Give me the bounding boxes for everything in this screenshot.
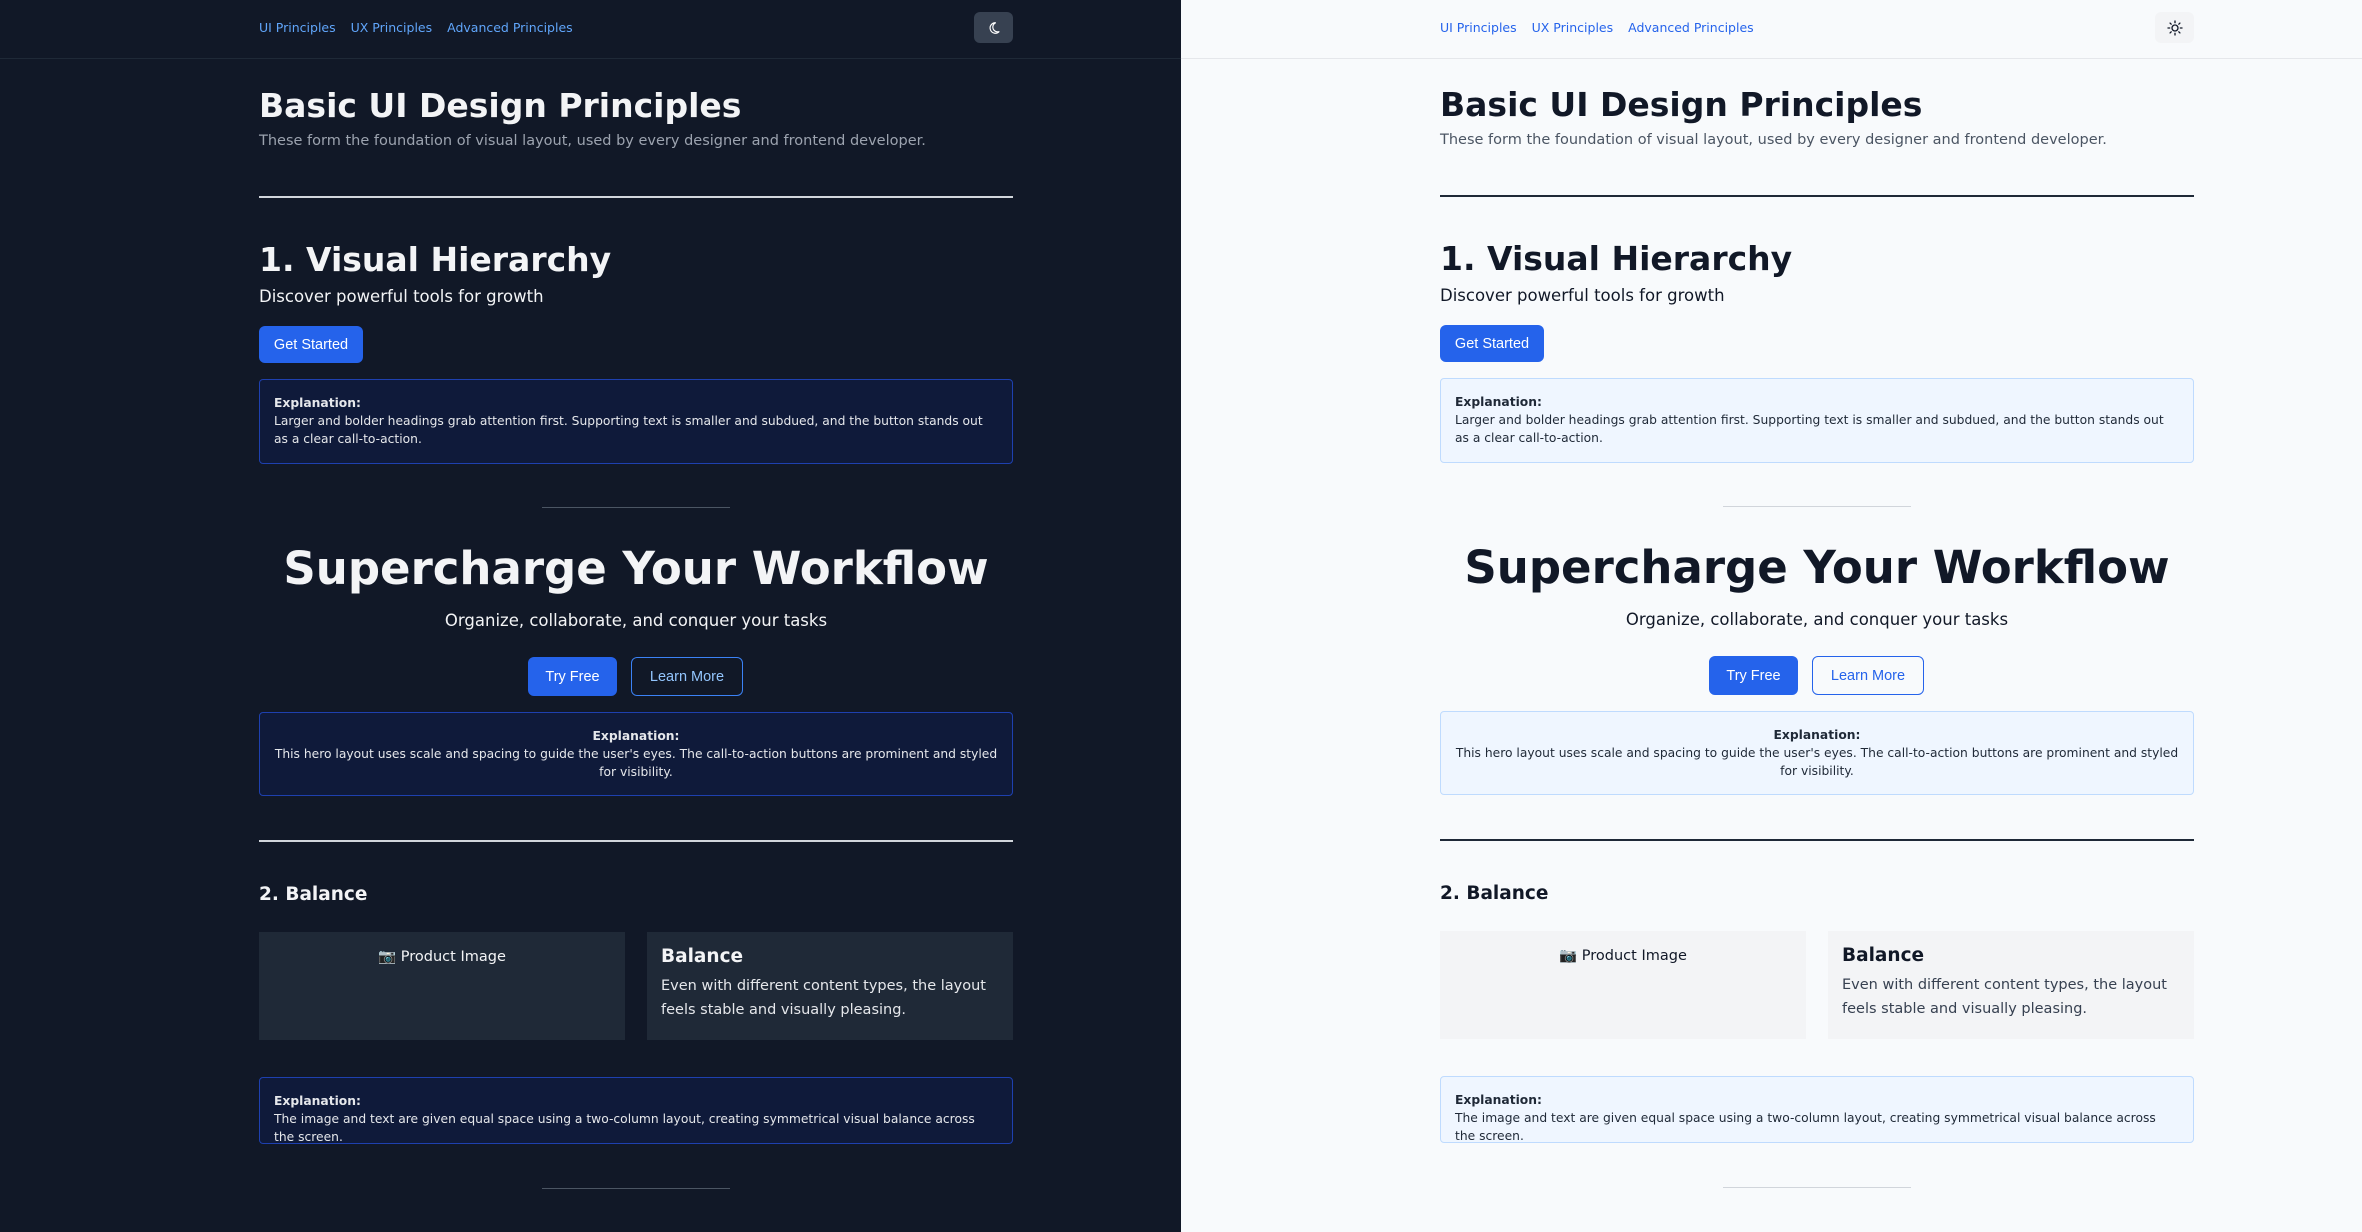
- product-image-placeholder: 📷 Product Image: [259, 932, 625, 1040]
- dark-theme-pane: UI Principles UX Principles Advanced Pri…: [0, 0, 1181, 1232]
- hierarchy-tagline: Discover powerful tools for growth: [259, 287, 544, 306]
- balance-card-title: Balance: [1842, 945, 1925, 966]
- balance-card-text: Even with different content types, the l…: [661, 978, 986, 1018]
- try-free-button[interactable]: Try Free: [528, 657, 617, 696]
- short-divider: [1723, 1187, 1911, 1188]
- section-divider: [259, 196, 1013, 198]
- learn-more-button[interactable]: Learn More: [1812, 656, 1924, 695]
- page-title: Basic UI Design Principles: [1440, 85, 1923, 124]
- nav-links: UI Principles UX Principles Advanced Pri…: [1440, 20, 1754, 35]
- nav-links: UI Principles UX Principles Advanced Pri…: [259, 20, 573, 35]
- balance-heading: 2. Balance: [259, 884, 368, 905]
- product-image-placeholder: 📷 Product Image: [1440, 931, 1806, 1039]
- explanation-text: The image and text are given equal space…: [274, 1112, 975, 1144]
- get-started-button[interactable]: Get Started: [1440, 325, 1544, 362]
- hierarchy-heading: 1. Visual Hierarchy: [259, 240, 612, 279]
- explanation-label: Explanation:: [274, 1094, 361, 1108]
- explanation-label: Explanation:: [592, 729, 680, 743]
- balance-heading: 2. Balance: [1440, 883, 1549, 904]
- explanation-text: This hero layout uses scale and spacing …: [274, 747, 998, 779]
- nav-ux-principles[interactable]: UX Principles: [1532, 20, 1614, 35]
- hierarchy-explanation: Explanation: Larger and bolder headings …: [1440, 378, 2194, 463]
- section-divider: [1440, 839, 2194, 841]
- balance-card-title: Balance: [661, 946, 744, 967]
- balance-card: Balance Even with different content type…: [1828, 931, 2194, 1039]
- hero-subtitle: Organize, collaborate, and conquer your …: [1625, 610, 2009, 629]
- short-divider: [542, 1188, 730, 1189]
- section-divider: [259, 840, 1013, 842]
- explanation-label: Explanation:: [1773, 728, 1861, 742]
- explanation-label: Explanation:: [1455, 1093, 1542, 1107]
- short-divider: [1723, 506, 1911, 507]
- hero-subtitle: Organize, collaborate, and conquer your …: [444, 611, 828, 630]
- page-subtitle: These form the foundation of visual layo…: [1440, 132, 2107, 148]
- hero-explanation: Explanation: This hero layout uses scale…: [259, 712, 1013, 796]
- moon-icon: [989, 21, 1000, 34]
- hierarchy-tagline: Discover powerful tools for growth: [1440, 286, 1725, 305]
- short-divider: [542, 507, 730, 508]
- nav-ui-principles[interactable]: UI Principles: [1440, 20, 1517, 35]
- theme-toggle-button[interactable]: [974, 12, 1013, 43]
- theme-toggle-button[interactable]: [2155, 12, 2194, 43]
- explanation-text: This hero layout uses scale and spacing …: [1455, 746, 2179, 778]
- explanation-text: The image and text are given equal space…: [1455, 1111, 2156, 1143]
- top-navbar: UI Principles UX Principles Advanced Pri…: [0, 0, 1181, 59]
- hero-title: Supercharge Your Workflow: [283, 542, 989, 595]
- explanation-label: Explanation:: [1455, 395, 1542, 409]
- try-free-button[interactable]: Try Free: [1709, 656, 1798, 695]
- nav-advanced-principles[interactable]: Advanced Principles: [1628, 20, 1754, 35]
- nav-ui-principles[interactable]: UI Principles: [259, 20, 336, 35]
- learn-more-button[interactable]: Learn More: [631, 657, 743, 696]
- balance-card: Balance Even with different content type…: [647, 932, 1013, 1040]
- explanation-text: Larger and bolder headings grab attentio…: [1455, 413, 2164, 445]
- hero-explanation: Explanation: This hero layout uses scale…: [1440, 711, 2194, 795]
- balance-explanation: Explanation: The image and text are give…: [1440, 1076, 2194, 1143]
- page-title: Basic UI Design Principles: [259, 86, 742, 125]
- hierarchy-heading: 1. Visual Hierarchy: [1440, 239, 1793, 278]
- hierarchy-explanation: Explanation: Larger and bolder headings …: [259, 379, 1013, 464]
- nav-ux-principles[interactable]: UX Principles: [351, 20, 433, 35]
- sun-icon: [2166, 19, 2183, 36]
- nav-advanced-principles[interactable]: Advanced Principles: [447, 20, 573, 35]
- top-navbar: UI Principles UX Principles Advanced Pri…: [1181, 0, 2362, 59]
- explanation-label: Explanation:: [274, 396, 361, 410]
- get-started-button[interactable]: Get Started: [259, 326, 363, 363]
- light-theme-pane: UI Principles UX Principles Advanced Pri…: [1181, 0, 2362, 1232]
- balance-card-text: Even with different content types, the l…: [1842, 977, 2167, 1017]
- section-divider: [1440, 195, 2194, 197]
- page-subtitle: These form the foundation of visual layo…: [259, 133, 926, 149]
- balance-explanation: Explanation: The image and text are give…: [259, 1077, 1013, 1144]
- explanation-text: Larger and bolder headings grab attentio…: [274, 414, 983, 446]
- hero-title: Supercharge Your Workflow: [1464, 541, 2170, 594]
